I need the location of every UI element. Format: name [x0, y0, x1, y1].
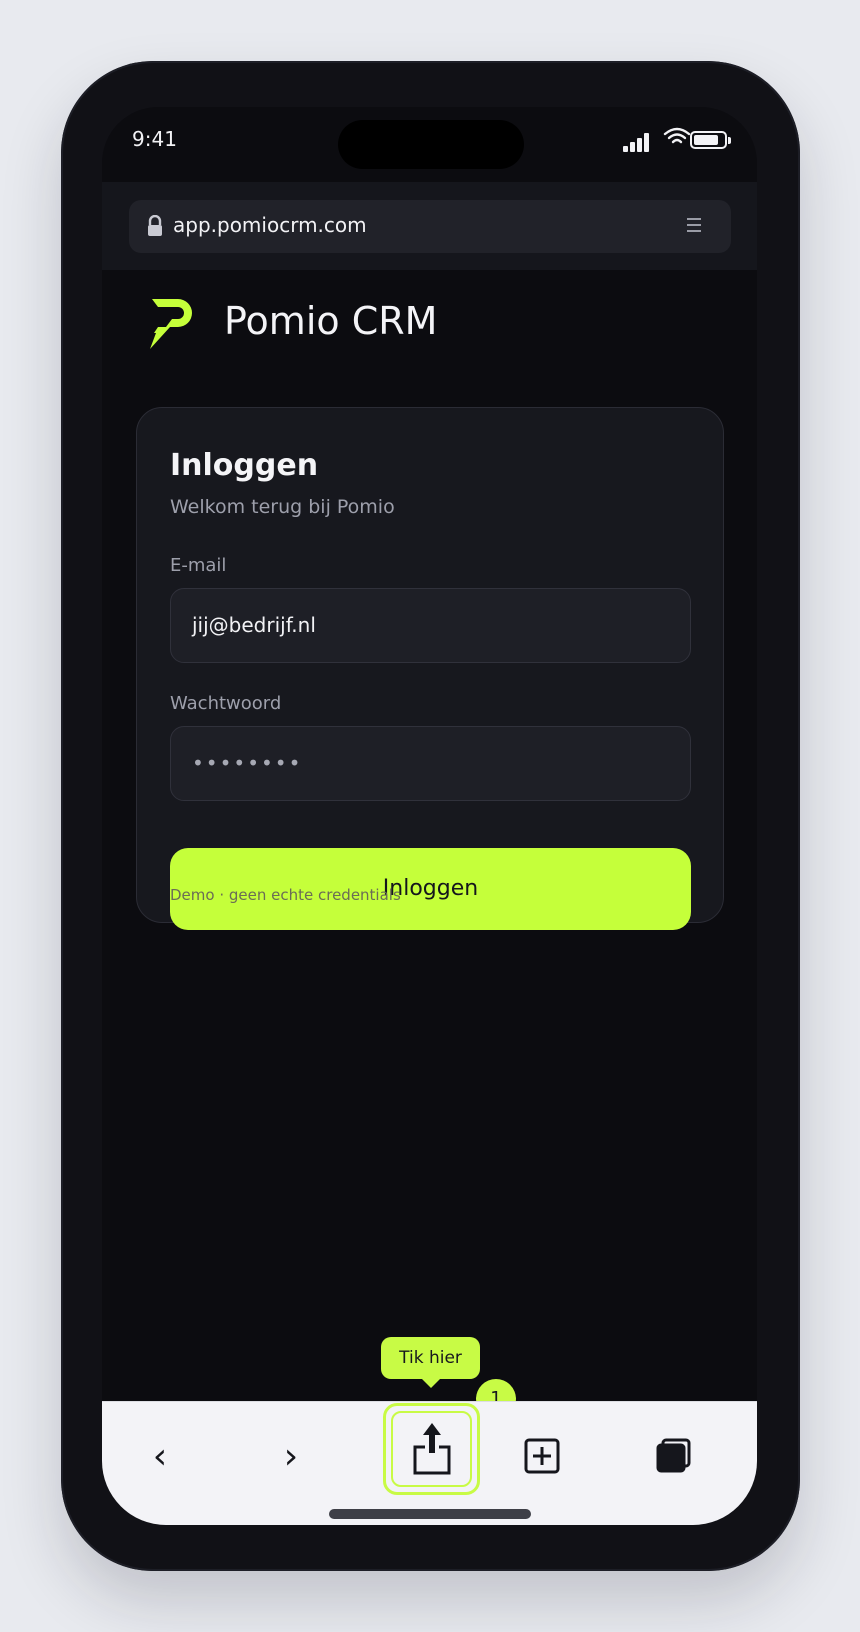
status-bar: 9:41	[102, 107, 757, 182]
email-label: E-mail	[170, 555, 227, 576]
share-icon	[413, 1423, 450, 1475]
pomio-logo-icon	[150, 299, 192, 349]
login-subtitle: Welkom terug bij Pomio	[170, 496, 395, 518]
chevron-left-icon: ‹	[152, 1435, 168, 1477]
chevron-right-icon: ›	[283, 1435, 299, 1477]
lock-icon	[148, 215, 162, 236]
back-button[interactable]: ‹	[130, 1426, 190, 1486]
url-text: app.pomiocrm.com	[173, 213, 367, 237]
dynamic-island	[338, 120, 524, 169]
battery-icon	[690, 131, 731, 149]
signal-icon	[623, 133, 650, 152]
forward-button[interactable]: ›	[261, 1426, 321, 1486]
add-bookmark-button[interactable]	[512, 1426, 572, 1486]
tabs-icon	[656, 1438, 691, 1473]
menu-icon[interactable]	[687, 218, 701, 236]
browser-toolbar: ‹ ›	[102, 1401, 757, 1525]
login-card: Inloggen Welkom terug bij Pomio E-mail j…	[136, 407, 724, 930]
login-title: Inloggen	[170, 448, 319, 483]
demo-note: Demo · geen echte credentials	[170, 886, 401, 904]
address-bar[interactable]: app.pomiocrm.com	[129, 200, 731, 253]
password-label: Wachtwoord	[170, 693, 282, 714]
browser-address-area: app.pomiocrm.com	[102, 182, 757, 270]
add-bookmark-icon	[524, 1438, 560, 1474]
brand-name: Pomio CRM	[224, 299, 438, 343]
status-time: 9:41	[132, 127, 177, 151]
email-field[interactable]: jij@bedrijf.nl	[170, 588, 691, 663]
tabs-button[interactable]	[643, 1426, 703, 1486]
password-field[interactable]: ••••••••	[170, 726, 691, 801]
wifi-icon	[663, 127, 691, 144]
share-button[interactable]	[383, 1403, 480, 1495]
phone-frame: 9:41 app.pomiocrm.com Pomio CRM Inloggen…	[61, 61, 800, 1571]
phone-screen: 9:41 app.pomiocrm.com Pomio CRM Inloggen…	[102, 107, 757, 1525]
home-indicator	[329, 1509, 531, 1519]
tutorial-tooltip: Tik hier	[381, 1337, 480, 1388]
